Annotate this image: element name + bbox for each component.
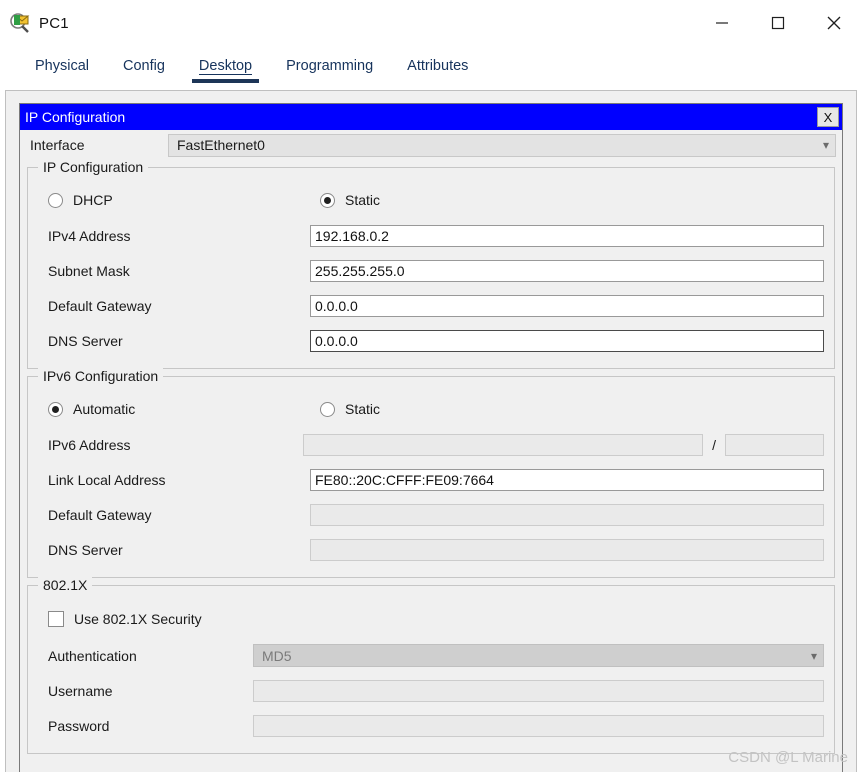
subnet-mask-input[interactable]: 255.255.255.0 bbox=[310, 259, 824, 282]
use-dot1x-security-option[interactable]: Use 802.1X Security bbox=[38, 600, 824, 638]
ipv4-address-row: IPv4 Address 192.168.0.2 bbox=[38, 218, 824, 253]
ipv4-configuration-group: IP Configuration DHCP Static IPv4 Addres… bbox=[27, 159, 835, 369]
ipv6-static-label: Static bbox=[345, 401, 381, 417]
interface-select[interactable]: FastEthernet0 ▾ bbox=[168, 133, 836, 157]
use-dot1x-security-label: Use 802.1X Security bbox=[74, 611, 202, 627]
maximize-icon bbox=[771, 16, 785, 30]
tab-config-label: Config bbox=[123, 58, 165, 74]
minimize-button[interactable] bbox=[694, 0, 750, 46]
chevron-down-icon: ▾ bbox=[822, 138, 829, 152]
link-local-address-label: Link Local Address bbox=[48, 471, 166, 488]
tab-attributes-label: Attributes bbox=[407, 58, 469, 74]
username-input[interactable] bbox=[253, 679, 824, 702]
tab-config[interactable]: Config bbox=[106, 58, 182, 83]
username-label: Username bbox=[48, 682, 113, 699]
packet-tracer-icon bbox=[9, 12, 31, 34]
tab-physical[interactable]: Physical bbox=[18, 58, 106, 83]
dot1x-group: 802.1X Use 802.1X Security Authenticatio… bbox=[27, 577, 835, 754]
dialog-titlebar: IP Configuration X bbox=[20, 104, 842, 130]
interface-label: Interface bbox=[30, 137, 85, 153]
ipv4-group-title: IP Configuration bbox=[38, 159, 149, 175]
ipv4-default-gateway-row: Default Gateway 0.0.0.0 bbox=[38, 288, 824, 323]
link-local-address-input[interactable]: FE80::20C:CFFF:FE09:7664 bbox=[310, 468, 824, 491]
window-controls bbox=[694, 0, 862, 46]
dialog-body: Interface FastEthernet0 ▾ IP Configurati… bbox=[20, 130, 842, 754]
tab-attributes[interactable]: Attributes bbox=[390, 58, 485, 83]
interface-select-value: FastEthernet0 bbox=[177, 137, 265, 153]
ipv4-mode-radios: DHCP Static bbox=[38, 182, 824, 218]
ipv4-dhcp-radio-option[interactable]: DHCP bbox=[38, 192, 320, 208]
desktop-panel: IP Configuration X Interface FastEtherne… bbox=[5, 90, 857, 772]
device-tabs: Physical Config Desktop Programming Attr… bbox=[0, 46, 862, 83]
interface-row: Interface FastEthernet0 ▾ bbox=[26, 130, 836, 160]
username-row: Username bbox=[38, 673, 824, 708]
ipv6-default-gateway-row: Default Gateway bbox=[38, 497, 824, 532]
minimize-icon bbox=[716, 22, 728, 24]
checkbox-unchecked-icon bbox=[48, 611, 64, 627]
authentication-select-value: MD5 bbox=[262, 647, 292, 664]
ipv4-dns-server-label: DNS Server bbox=[48, 332, 123, 349]
ipv6-dns-server-label: DNS Server bbox=[48, 541, 123, 558]
ipv6-group-title: IPv6 Configuration bbox=[38, 368, 164, 384]
ipv4-dns-server-row: DNS Server 0.0.0.0 bbox=[38, 323, 824, 358]
tab-programming-label: Programming bbox=[286, 58, 374, 74]
ipv6-automatic-label: Automatic bbox=[73, 401, 136, 417]
authentication-label: Authentication bbox=[48, 647, 137, 664]
window-titlebar: PC1 bbox=[0, 0, 862, 46]
close-button[interactable] bbox=[806, 0, 862, 46]
subnet-mask-label: Subnet Mask bbox=[48, 262, 130, 279]
subnet-mask-row: Subnet Mask 255.255.255.0 bbox=[38, 253, 824, 288]
chevron-down-icon: ▾ bbox=[810, 648, 817, 663]
radio-unchecked-icon bbox=[48, 192, 63, 208]
ipv4-address-input[interactable]: 192.168.0.2 bbox=[310, 224, 824, 247]
maximize-button[interactable] bbox=[750, 0, 806, 46]
authentication-row: Authentication MD5 ▾ bbox=[38, 638, 824, 673]
ipv4-default-gateway-input[interactable]: 0.0.0.0 bbox=[310, 294, 824, 317]
ipv6-mode-radios: Automatic Static bbox=[38, 391, 824, 427]
ipv6-address-row: IPv6 Address / bbox=[38, 427, 824, 462]
tab-physical-label: Physical bbox=[35, 58, 89, 74]
close-icon bbox=[827, 16, 841, 30]
tab-desktop[interactable]: Desktop bbox=[182, 58, 269, 83]
link-local-address-row: Link Local Address FE80::20C:CFFF:FE09:7… bbox=[38, 462, 824, 497]
ipv4-dhcp-label: DHCP bbox=[73, 192, 113, 208]
window-title: PC1 bbox=[39, 14, 69, 32]
ip-configuration-dialog: IP Configuration X Interface FastEtherne… bbox=[19, 103, 843, 772]
ipv4-dns-server-input[interactable]: 0.0.0.0 bbox=[310, 329, 824, 352]
ipv6-configuration-group: IPv6 Configuration Automatic Static IPv6… bbox=[27, 368, 835, 578]
ipv4-static-radio-option[interactable]: Static bbox=[320, 192, 380, 208]
ipv6-address-label: IPv6 Address bbox=[48, 436, 131, 453]
radio-unchecked-icon bbox=[320, 401, 335, 417]
radio-checked-icon bbox=[320, 192, 335, 208]
ipv6-dns-server-row: DNS Server bbox=[38, 532, 824, 567]
ipv6-default-gateway-input[interactable] bbox=[310, 503, 824, 526]
ipv4-static-label: Static bbox=[345, 192, 381, 208]
ipv4-address-label: IPv4 Address bbox=[48, 227, 131, 244]
ipv6-static-radio-option[interactable]: Static bbox=[320, 401, 380, 417]
tab-desktop-label: Desktop bbox=[198, 58, 253, 75]
password-row: Password bbox=[38, 708, 824, 743]
tab-programming[interactable]: Programming bbox=[269, 58, 390, 83]
ipv6-dns-server-input[interactable] bbox=[310, 538, 824, 561]
radio-checked-icon bbox=[48, 401, 63, 417]
authentication-select[interactable]: MD5 ▾ bbox=[253, 644, 824, 667]
ipv6-prefix-separator: / bbox=[712, 436, 716, 453]
dialog-close-button[interactable]: X bbox=[817, 107, 839, 127]
ipv4-default-gateway-label: Default Gateway bbox=[48, 297, 152, 314]
password-input[interactable] bbox=[253, 714, 824, 737]
ipv6-prefix-length-input[interactable] bbox=[725, 433, 824, 456]
ipv6-automatic-radio-option[interactable]: Automatic bbox=[38, 401, 320, 417]
ipv6-default-gateway-label: Default Gateway bbox=[48, 506, 152, 523]
ipv6-address-input[interactable] bbox=[303, 433, 704, 456]
password-label: Password bbox=[48, 717, 110, 734]
dialog-title: IP Configuration bbox=[25, 109, 126, 125]
dot1x-group-title: 802.1X bbox=[38, 577, 93, 593]
